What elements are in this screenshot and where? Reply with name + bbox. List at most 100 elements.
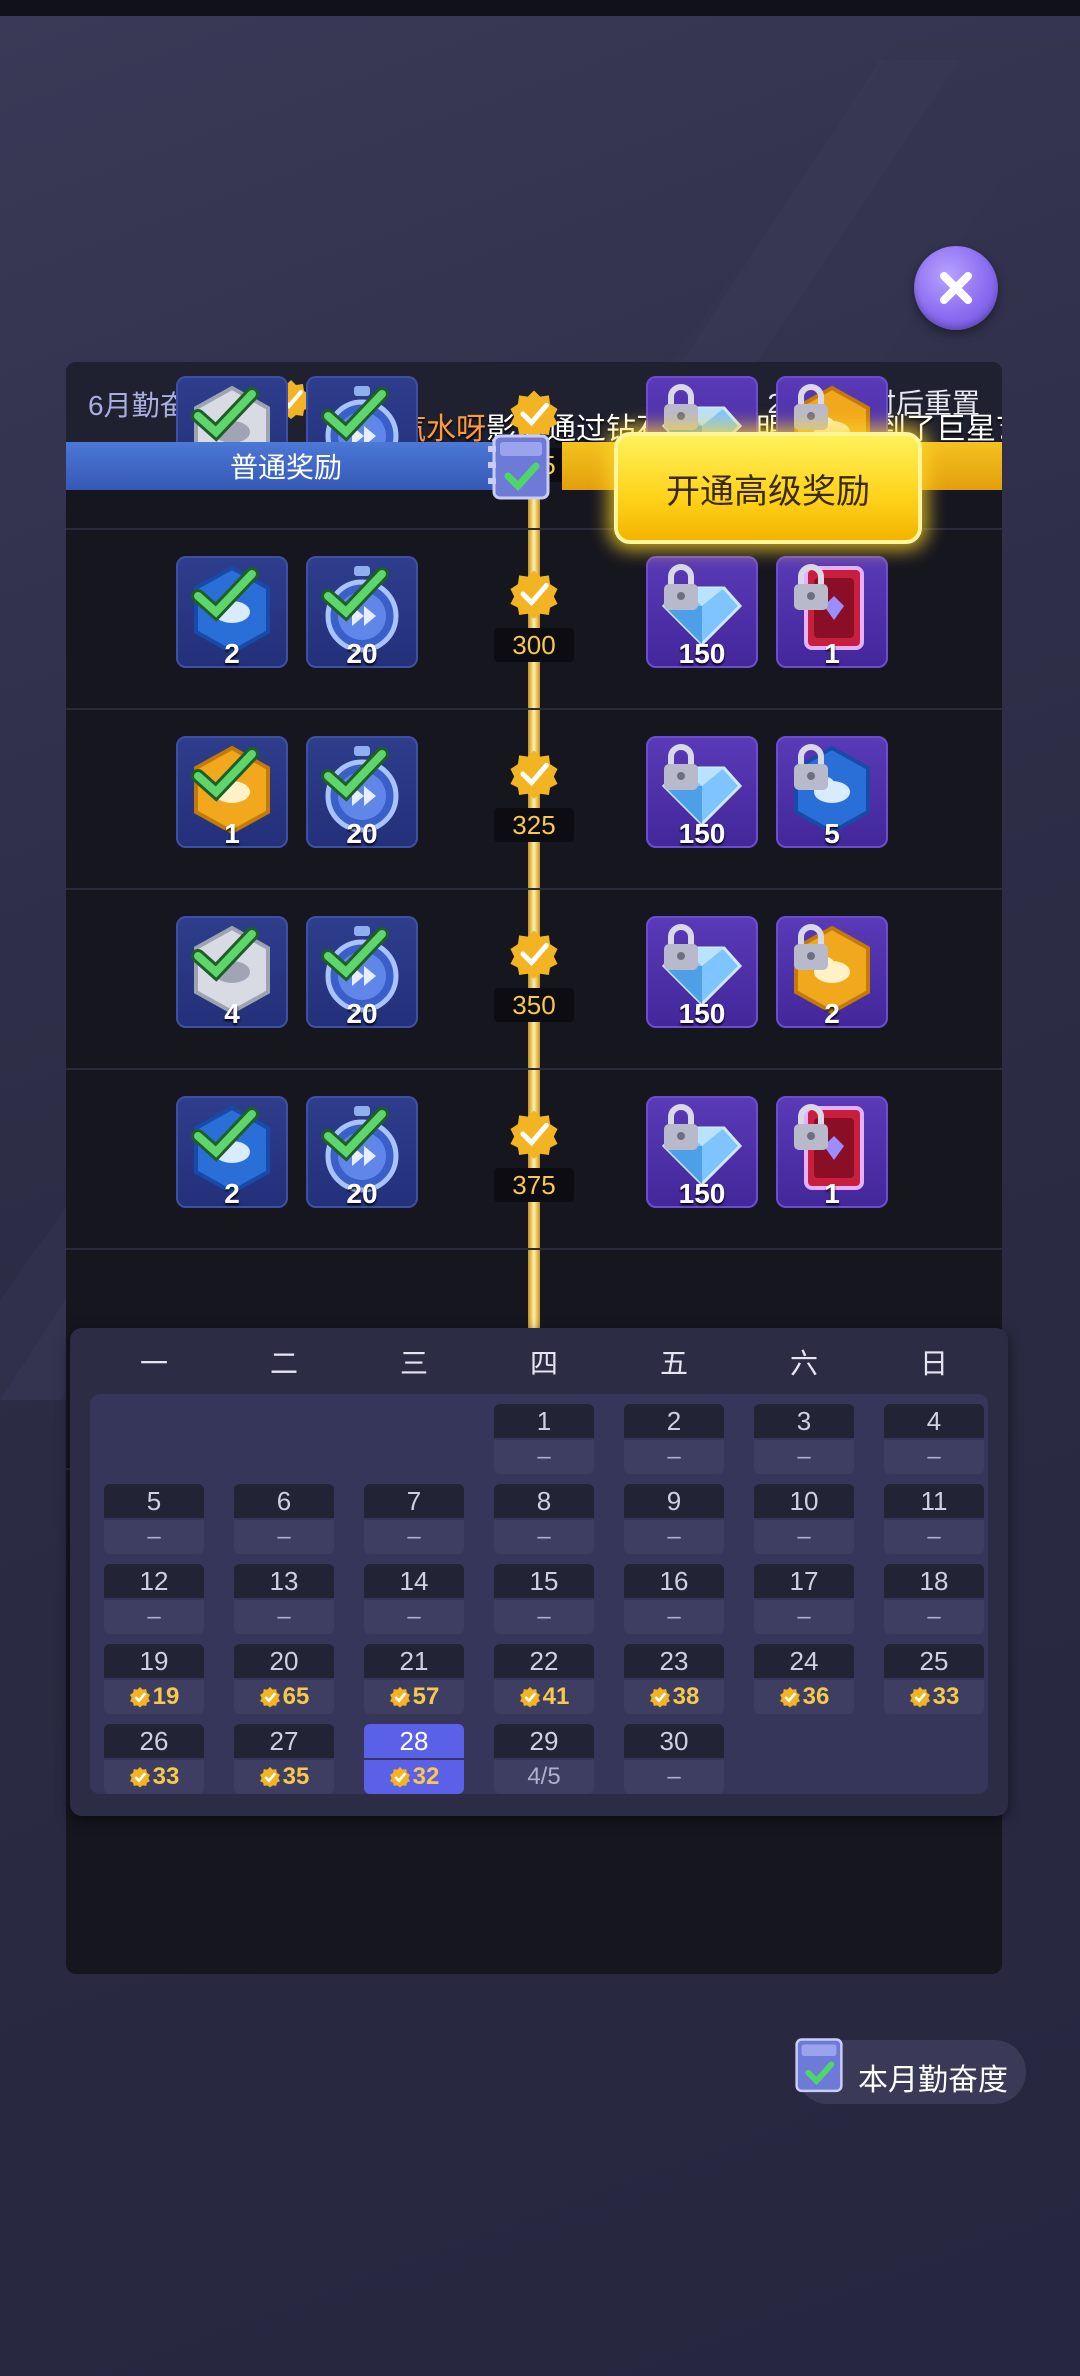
- calendar-day[interactable]: 14 –: [364, 1564, 464, 1634]
- reward-count: 150: [678, 638, 726, 669]
- day-diligence-value: –: [364, 1520, 464, 1554]
- reward-slot[interactable]: 150: [646, 916, 758, 1029]
- day-number: 4: [884, 1404, 984, 1438]
- calendar-day[interactable]: 17 –: [754, 1564, 854, 1634]
- lock-icon: [664, 1104, 698, 1150]
- calendar-day[interactable]: 2–: [624, 1404, 724, 1474]
- reward-slot[interactable]: 20: [306, 736, 418, 849]
- calendar-day[interactable]: 12 –: [104, 1564, 204, 1634]
- day-number: 19: [104, 1644, 204, 1678]
- reward-slot[interactable]: 20: [306, 556, 418, 669]
- calendar-day[interactable]: 15 –: [494, 1564, 594, 1634]
- lock-icon: [794, 924, 828, 970]
- day-number: 30: [624, 1724, 724, 1758]
- calendar-day[interactable]: 30 –: [624, 1724, 724, 1794]
- calendar-day[interactable]: 16 –: [624, 1564, 724, 1634]
- day-diligence-value: 65: [234, 1680, 334, 1714]
- day-value-text: 33: [932, 1683, 960, 1710]
- reward-slot[interactable]: 150: [646, 1096, 758, 1209]
- calendar-day[interactable]: 1–: [494, 1404, 594, 1474]
- calendar-day[interactable]: 13 –: [234, 1564, 334, 1634]
- day-value-text: –: [797, 1523, 811, 1550]
- day-number: 3: [754, 1404, 854, 1438]
- diligence-book-icon: [795, 2038, 843, 2093]
- monthly-diligence-button[interactable]: 本月勤奋度: [795, 2038, 1026, 2104]
- milestone-check-icon: [508, 1108, 560, 1165]
- status-bar: [0, 0, 1080, 16]
- monthly-diligence-label: 本月勤奋度: [858, 2064, 1008, 2097]
- calendar-day[interactable]: 20 65: [234, 1644, 334, 1714]
- reward-slot[interactable]: 4: [176, 916, 288, 1029]
- gold-check-icon: [389, 1763, 413, 1790]
- calendar-day[interactable]: 18 –: [884, 1564, 984, 1634]
- reward-slot[interactable]: 150: [646, 556, 758, 669]
- calendar-day[interactable]: 25 33: [884, 1644, 984, 1714]
- day-number: 14: [364, 1564, 464, 1598]
- claimed-check-icon: [321, 747, 389, 802]
- calendar-day[interactable]: 29 4/5: [494, 1724, 594, 1794]
- unlock-premium-button[interactable]: 开通高级奖励: [614, 432, 922, 544]
- day-value-text: –: [797, 1603, 811, 1630]
- day-diligence-value: 35: [234, 1760, 334, 1794]
- day-number: 24: [754, 1644, 854, 1678]
- day-number: 5: [104, 1484, 204, 1518]
- reward-slot[interactable]: 1: [776, 1096, 888, 1209]
- reward-slot[interactable]: 150: [646, 736, 758, 849]
- reward-slot[interactable]: 5: [776, 736, 888, 849]
- calendar-day[interactable]: 27 35: [234, 1724, 334, 1794]
- reward-slot[interactable]: 1: [176, 736, 288, 849]
- calendar-day[interactable]: 3–: [754, 1404, 854, 1474]
- calendar-day[interactable]: 11 –: [884, 1484, 984, 1554]
- calendar-day[interactable]: 24 36: [754, 1644, 854, 1714]
- day-diligence-value: 33: [104, 1760, 204, 1794]
- claimed-check-icon: [191, 567, 259, 622]
- reward-count: 150: [678, 818, 726, 849]
- calendar-day[interactable]: 10 –: [754, 1484, 854, 1554]
- day-value-text: –: [667, 1603, 681, 1630]
- day-number: 28: [364, 1724, 464, 1758]
- calendar-day[interactable]: 6–: [234, 1484, 334, 1554]
- calendar-day[interactable]: 19 19: [104, 1644, 204, 1714]
- calendar-day[interactable]: 28 32: [364, 1724, 464, 1794]
- day-diligence-value: 4/5: [494, 1760, 594, 1794]
- day-number: 21: [364, 1644, 464, 1678]
- calendar-day[interactable]: 22 41: [494, 1644, 594, 1714]
- day-number: 2: [624, 1404, 724, 1438]
- reward-slot[interactable]: 2: [176, 1096, 288, 1209]
- calendar-day[interactable]: 7–: [364, 1484, 464, 1554]
- calendar-day[interactable]: 5–: [104, 1484, 204, 1554]
- day-number: 10: [754, 1484, 854, 1518]
- calendar-day[interactable]: 9–: [624, 1484, 724, 1554]
- reward-count: 1: [224, 818, 240, 849]
- day-value-text: –: [927, 1603, 941, 1630]
- milestone-value: 325: [494, 808, 574, 842]
- reward-slot[interactable]: 20: [306, 916, 418, 1029]
- calendar-day[interactable]: 4–: [884, 1404, 984, 1474]
- reward-count: 20: [346, 818, 378, 849]
- day-value-text: 19: [152, 1683, 180, 1710]
- reward-count: 2: [224, 638, 240, 669]
- day-value-text: –: [277, 1523, 291, 1550]
- claimed-check-icon: [191, 927, 259, 982]
- lock-icon: [664, 744, 698, 790]
- weekday-label: 五: [659, 1348, 688, 1379]
- day-value-text: –: [797, 1443, 811, 1470]
- tab-normal-rewards[interactable]: 普通奖励: [66, 442, 506, 490]
- weekday-label: 三: [399, 1348, 428, 1379]
- milestone-check-icon: [508, 568, 560, 625]
- day-diligence-value: –: [884, 1440, 984, 1474]
- day-diligence-value: –: [754, 1440, 854, 1474]
- calendar-day[interactable]: 21 57: [364, 1644, 464, 1714]
- calendar-day[interactable]: 8–: [494, 1484, 594, 1554]
- calendar-day[interactable]: 26 33: [104, 1724, 204, 1794]
- calendar-day[interactable]: 23 38: [624, 1644, 724, 1714]
- reward-slot[interactable]: 20: [306, 1096, 418, 1209]
- diligence-book-icon: [488, 434, 550, 500]
- day-number: 1: [494, 1404, 594, 1438]
- close-button[interactable]: [914, 246, 998, 330]
- reward-slot[interactable]: 1: [776, 556, 888, 669]
- reward-slot[interactable]: 2: [776, 916, 888, 1029]
- gold-check-icon: [519, 1683, 543, 1710]
- day-number: 13: [234, 1564, 334, 1598]
- reward-slot[interactable]: 2: [176, 556, 288, 669]
